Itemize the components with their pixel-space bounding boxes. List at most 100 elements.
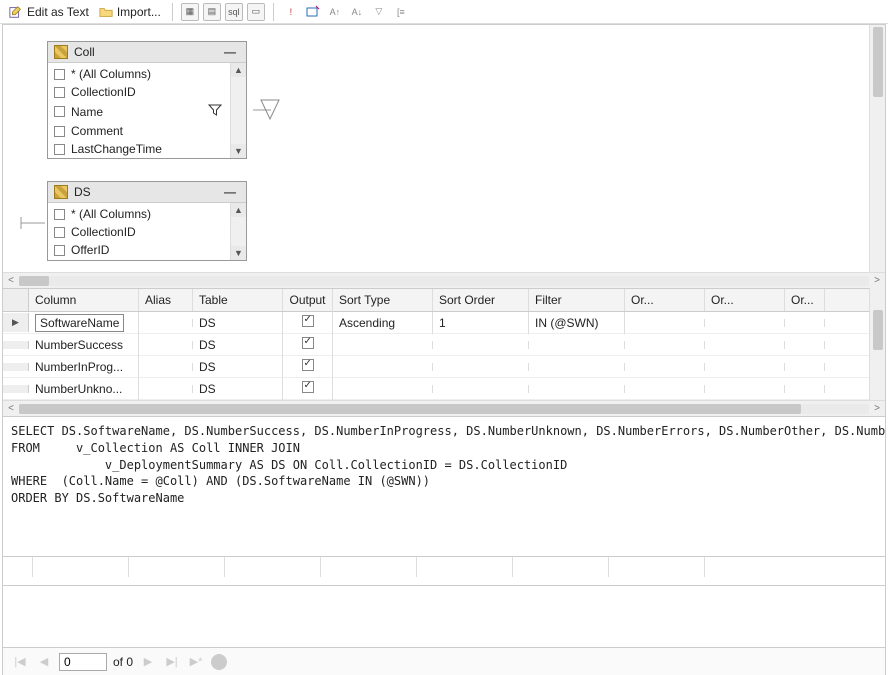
criteria-row[interactable]: NumberSuccess DS bbox=[3, 334, 869, 356]
pager-last-icon[interactable]: ▶| bbox=[163, 653, 181, 671]
sort-desc-icon[interactable]: A↓ bbox=[348, 3, 366, 21]
checkbox-checked-icon[interactable] bbox=[302, 381, 314, 393]
cell-table[interactable]: DS bbox=[193, 334, 283, 356]
cell-table[interactable]: DS bbox=[193, 356, 283, 378]
scrollbar-thumb[interactable] bbox=[873, 27, 883, 97]
table-title-bar[interactable]: DS — bbox=[48, 182, 246, 202]
row-selector[interactable] bbox=[3, 341, 29, 349]
row-selector[interactable] bbox=[3, 385, 29, 393]
cell-sort-type[interactable]: Ascending bbox=[333, 312, 433, 334]
cell-output[interactable] bbox=[283, 311, 333, 334]
table-column-row[interactable]: Comment bbox=[48, 122, 246, 140]
scroll-up-icon[interactable]: ▲ bbox=[231, 203, 246, 217]
header-or[interactable]: Or... bbox=[705, 289, 785, 311]
diagram-pane-toggle-icon[interactable]: ▦ bbox=[181, 3, 199, 21]
header-output[interactable]: Output bbox=[283, 289, 333, 311]
cell-or[interactable] bbox=[785, 385, 825, 393]
header-alias[interactable]: Alias bbox=[139, 289, 193, 311]
criteria-row[interactable]: NumberUnkno... DS bbox=[3, 378, 869, 400]
pager-new-icon[interactable]: ▶* bbox=[187, 653, 205, 671]
cell-table[interactable]: DS bbox=[193, 378, 283, 400]
result-cell[interactable] bbox=[225, 557, 321, 577]
diagram-vertical-scrollbar[interactable] bbox=[869, 25, 885, 272]
cell-column[interactable]: NumberUnkno... bbox=[29, 378, 139, 400]
criteria-row[interactable]: NumberInProg... DS bbox=[3, 356, 869, 378]
verify-sql-icon[interactable] bbox=[304, 3, 322, 21]
cell-sort-type[interactable] bbox=[333, 363, 433, 371]
import-button[interactable]: Import... bbox=[96, 4, 164, 20]
result-cell[interactable] bbox=[129, 557, 225, 577]
diagram-table-coll[interactable]: Coll — * (All Columns) CollectionID Name… bbox=[47, 41, 247, 159]
cell-sort-type[interactable] bbox=[333, 341, 433, 349]
filter-icon[interactable]: ▽ bbox=[370, 3, 388, 21]
checkbox-icon[interactable] bbox=[54, 245, 65, 256]
checkbox-icon[interactable] bbox=[54, 106, 65, 117]
scroll-down-icon[interactable]: ▼ bbox=[231, 246, 246, 260]
pager-stop-icon[interactable] bbox=[211, 654, 227, 670]
criteria-pane-toggle-icon[interactable]: ▤ bbox=[203, 3, 221, 21]
cell-output[interactable] bbox=[283, 377, 333, 400]
table-column-row[interactable]: LastChangeTime bbox=[48, 140, 246, 158]
criteria-vertical-scrollbar[interactable] bbox=[869, 288, 885, 400]
result-cell[interactable] bbox=[321, 557, 417, 577]
cell-or[interactable] bbox=[705, 363, 785, 371]
table-column-row[interactable]: Name bbox=[48, 101, 246, 122]
cell-sort-type[interactable] bbox=[333, 385, 433, 393]
table-column-row[interactable]: * (All Columns) bbox=[48, 65, 246, 83]
cell-or[interactable] bbox=[705, 341, 785, 349]
cell-filter[interactable] bbox=[529, 341, 625, 349]
table-title-bar[interactable]: Coll — bbox=[48, 42, 246, 62]
row-selector[interactable]: ▶ bbox=[3, 313, 29, 332]
sort-asc-icon[interactable]: A↑ bbox=[326, 3, 344, 21]
diagram-pane[interactable]: Coll — * (All Columns) CollectionID Name… bbox=[3, 24, 885, 272]
cell-or[interactable] bbox=[785, 341, 825, 349]
cell-or[interactable] bbox=[705, 319, 785, 327]
cell-or[interactable] bbox=[625, 341, 705, 349]
header-sort-order[interactable]: Sort Order bbox=[433, 289, 529, 311]
checkbox-icon[interactable] bbox=[54, 209, 65, 220]
cell-output[interactable] bbox=[283, 355, 333, 378]
result-cell[interactable] bbox=[417, 557, 513, 577]
cell-alias[interactable] bbox=[139, 319, 193, 327]
pager-first-icon[interactable]: |◀ bbox=[11, 653, 29, 671]
scrollbar-thumb[interactable] bbox=[19, 276, 49, 286]
header-table[interactable]: Table bbox=[193, 289, 283, 311]
checkbox-icon[interactable] bbox=[54, 87, 65, 98]
cell-alias[interactable] bbox=[139, 363, 193, 371]
group-by-icon[interactable]: [≡ bbox=[392, 3, 410, 21]
scroll-left-icon[interactable]: < bbox=[3, 275, 19, 286]
scrollbar-thumb[interactable] bbox=[19, 404, 801, 414]
cell-sort-order[interactable] bbox=[433, 363, 529, 371]
scroll-left-icon[interactable]: < bbox=[3, 403, 19, 414]
header-column[interactable]: Column bbox=[29, 289, 139, 311]
header-sort-type[interactable]: Sort Type bbox=[333, 289, 433, 311]
table-column-row[interactable]: * (All Columns) bbox=[48, 205, 246, 223]
table-scrollbar[interactable]: ▲ ▼ bbox=[230, 63, 246, 158]
criteria-horizontal-scrollbar[interactable]: < > bbox=[3, 400, 885, 416]
minimize-icon[interactable]: — bbox=[220, 185, 240, 199]
cell-column[interactable]: NumberSuccess bbox=[29, 334, 139, 356]
result-selector-cell[interactable] bbox=[3, 557, 33, 577]
diagram-table-ds[interactable]: DS — * (All Columns) CollectionID OfferI… bbox=[47, 181, 247, 261]
table-column-row[interactable]: OfferID bbox=[48, 241, 246, 259]
scroll-right-icon[interactable]: > bbox=[869, 403, 885, 414]
cell-filter[interactable] bbox=[529, 363, 625, 371]
cell-alias[interactable] bbox=[139, 385, 193, 393]
cell-column[interactable]: NumberInProg... bbox=[29, 356, 139, 378]
checkbox-checked-icon[interactable] bbox=[302, 359, 314, 371]
checkbox-checked-icon[interactable] bbox=[302, 315, 314, 327]
edit-as-text-button[interactable]: Edit as Text bbox=[6, 4, 92, 20]
sql-pane[interactable]: SELECT DS.SoftwareName, DS.NumberSuccess… bbox=[3, 416, 885, 556]
cell-or[interactable] bbox=[705, 385, 785, 393]
cell-column[interactable]: SoftwareName bbox=[29, 312, 139, 334]
table-column-row[interactable]: CollectionID bbox=[48, 223, 246, 241]
cell-or[interactable] bbox=[625, 363, 705, 371]
cell-alias[interactable] bbox=[139, 341, 193, 349]
diagram-horizontal-scrollbar[interactable]: < > bbox=[3, 272, 885, 288]
header-or[interactable]: Or... bbox=[625, 289, 705, 311]
cell-or[interactable] bbox=[785, 319, 825, 327]
result-cell[interactable] bbox=[33, 557, 129, 577]
result-cell[interactable] bbox=[513, 557, 609, 577]
checkbox-icon[interactable] bbox=[54, 227, 65, 238]
result-cell[interactable] bbox=[609, 557, 705, 577]
